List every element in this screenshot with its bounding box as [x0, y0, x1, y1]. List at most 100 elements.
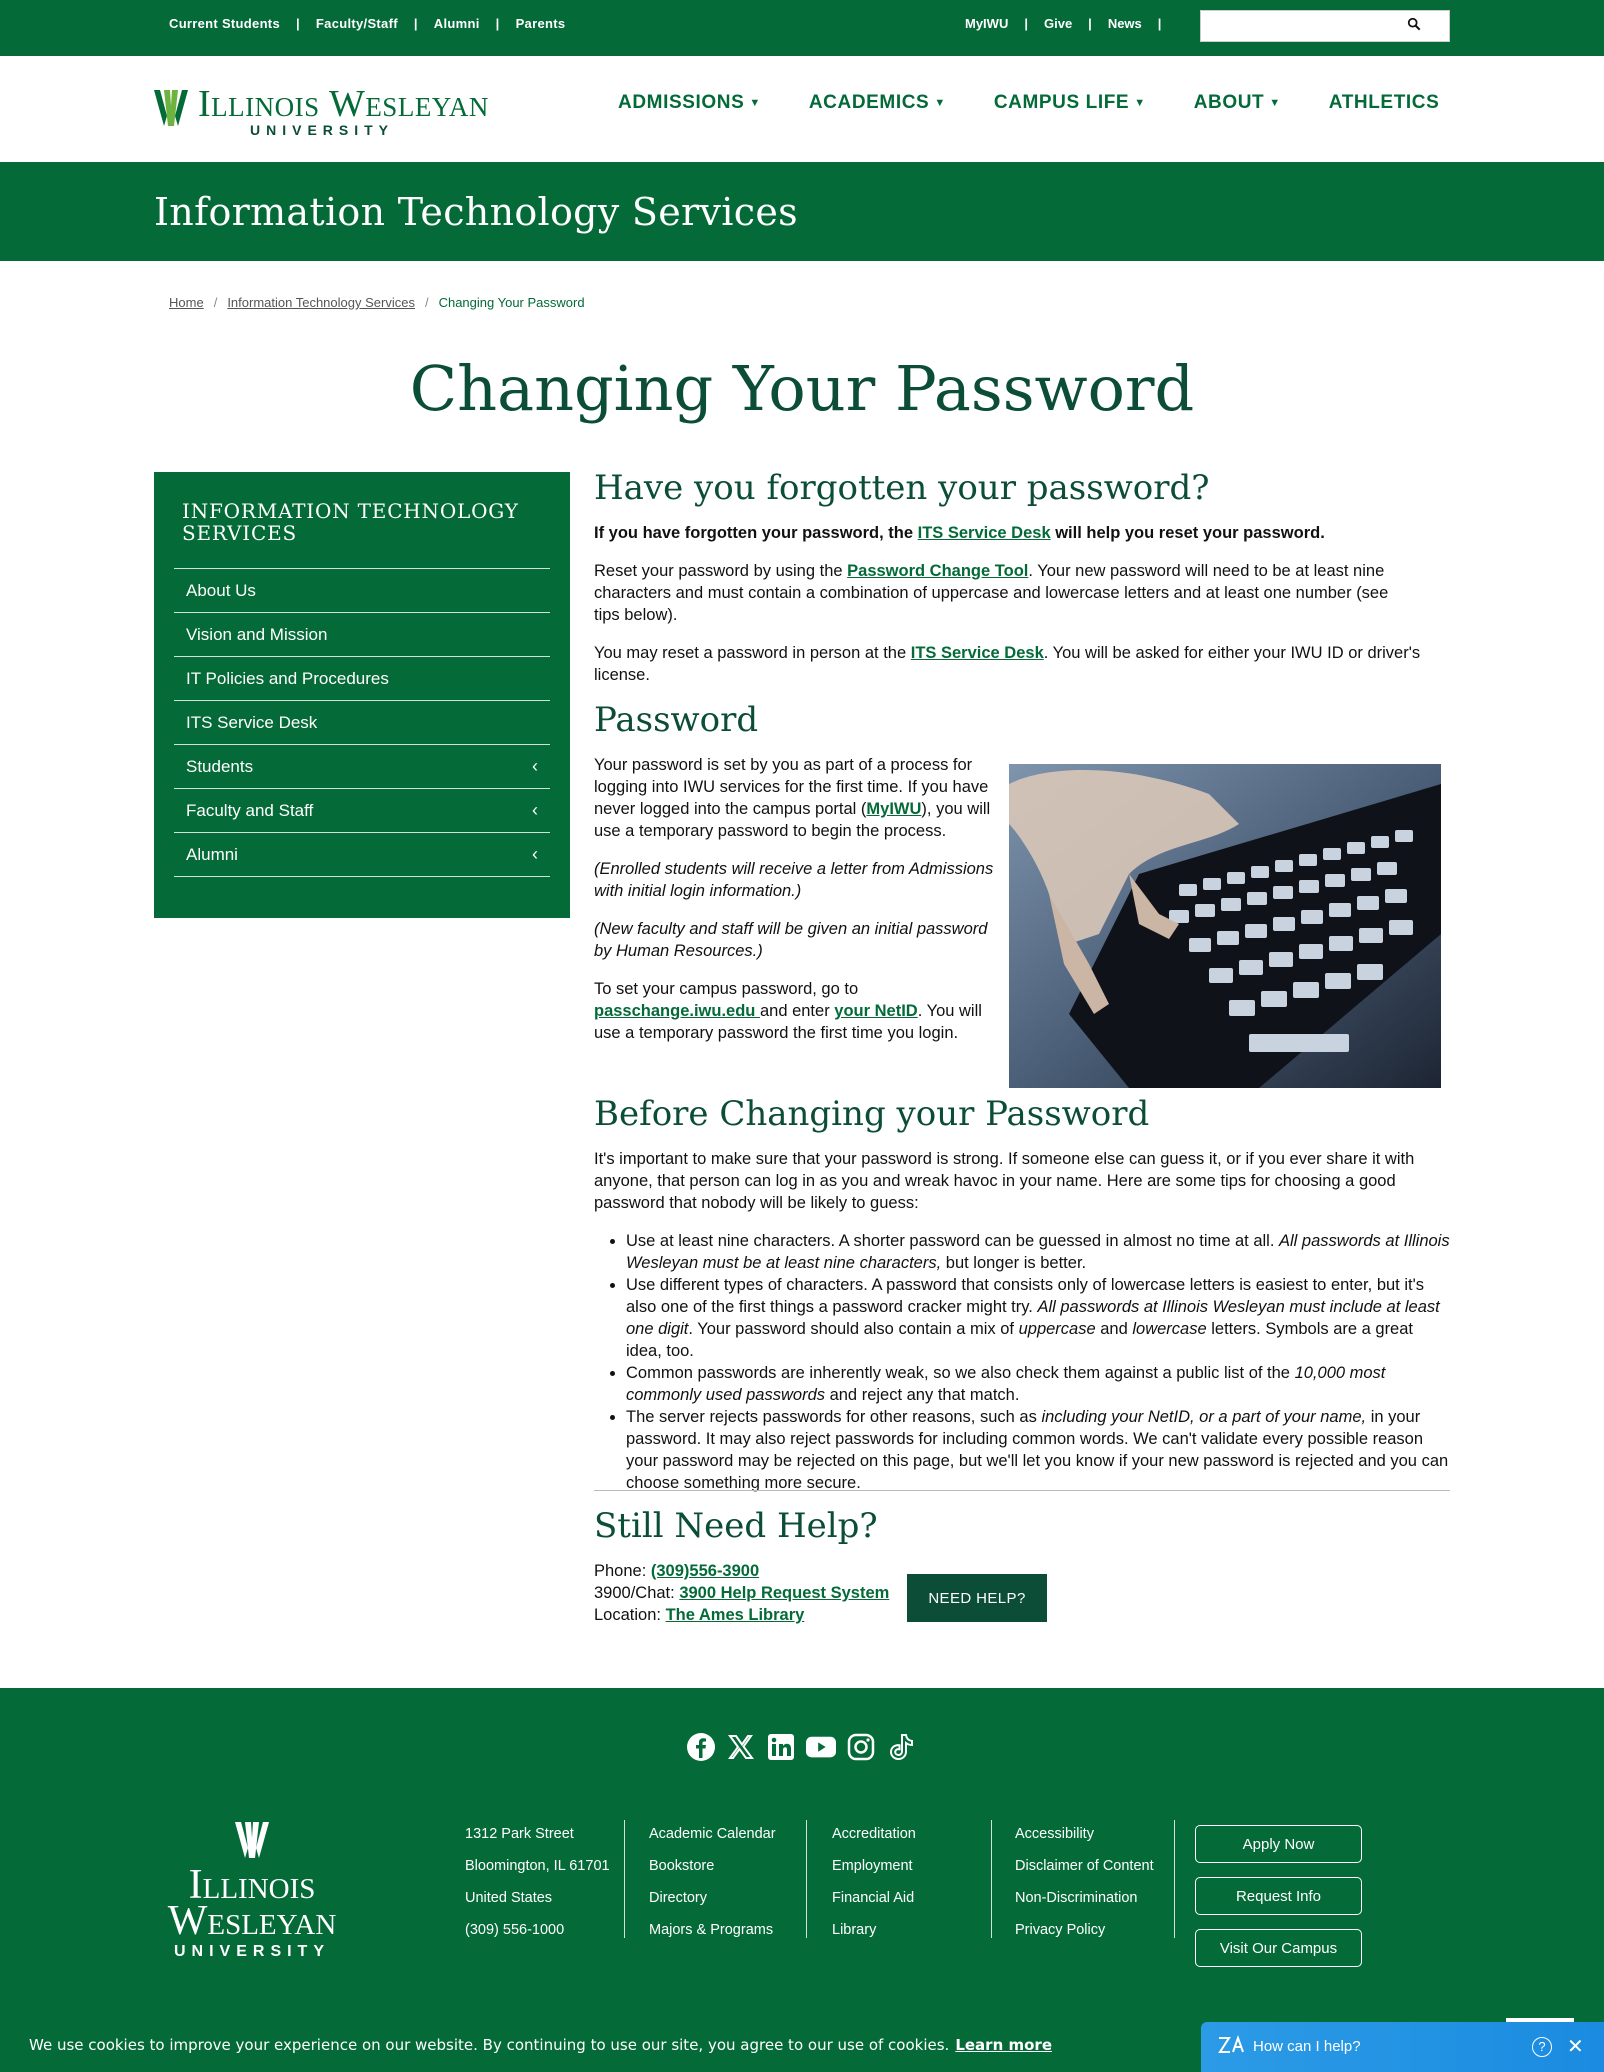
- footer-link-accessibility[interactable]: Accessibility: [1015, 1818, 1154, 1850]
- close-icon[interactable]: ✕: [1567, 2034, 1584, 2059]
- footer-link-privacy-policy[interactable]: Privacy Policy: [1015, 1914, 1154, 1946]
- link-its-service-desk[interactable]: ITS Service Desk: [918, 524, 1051, 542]
- x-icon[interactable]: [726, 1732, 756, 1762]
- apply-now-button[interactable]: Apply Now: [1195, 1825, 1362, 1863]
- sidebar-item-vision-mission[interactable]: Vision and Mission: [174, 613, 550, 657]
- search-icon[interactable]: [1407, 17, 1421, 31]
- sidebar-item-label: ITS Service Desk: [186, 712, 318, 732]
- request-info-button[interactable]: Request Info: [1195, 1877, 1362, 1915]
- search-input[interactable]: [1201, 11, 1401, 41]
- link-myiwu[interactable]: MyIWU: [965, 16, 1008, 31]
- footer-links-1: Academic Calendar Bookstore Directory Ma…: [649, 1818, 776, 1946]
- footer-link-library[interactable]: Library: [832, 1914, 916, 1946]
- sidebar-list: About Us Vision and Mission IT Policies …: [174, 568, 550, 877]
- breadcrumb-current: Changing Your Password: [438, 295, 585, 310]
- nav-label: ADMISSIONS: [618, 92, 745, 113]
- audience-links: Current Students | Faculty/Staff | Alumn…: [169, 16, 565, 31]
- help-icon[interactable]: ?: [1532, 2037, 1552, 2057]
- chevron-left-icon[interactable]: ‹: [532, 844, 538, 865]
- link-news[interactable]: News: [1108, 16, 1142, 31]
- password-tips-list: Use at least nine characters. A shorter …: [594, 1230, 1450, 1494]
- link-passchange[interactable]: passchange.iwu.edu: [594, 1002, 760, 1020]
- tiktok-icon[interactable]: [886, 1732, 916, 1762]
- nav-campus-life[interactable]: CAMPUS LIFE ▼: [994, 92, 1146, 114]
- paragraph-set-password: To set your campus password, go to passc…: [594, 978, 1000, 1044]
- sidebar-item-faculty-staff[interactable]: Faculty and Staff ‹: [174, 789, 550, 833]
- utility-bar: Current Students | Faculty/Staff | Alumn…: [0, 0, 1604, 56]
- paragraph-forgotten: If you have forgotten your password, the…: [594, 522, 1450, 544]
- linkedin-icon[interactable]: [766, 1732, 796, 1762]
- page-title: Changing Your Password: [409, 352, 1195, 425]
- link-myiwu[interactable]: MyIWU: [866, 800, 921, 818]
- logo-name: Illinois Wesleyan: [198, 83, 489, 125]
- footer-link-non-discrimination[interactable]: Non-Discrimination: [1015, 1882, 1154, 1914]
- link-parents[interactable]: Parents: [516, 16, 566, 31]
- site-header: Illinois Wesleyan UNIVERSITY ADMISSIONS ▼…: [0, 56, 1604, 162]
- main-nav: ADMISSIONS ▼ ACADEMICS ▼ CAMPUS LIFE ▼ ABOU…: [618, 92, 1487, 114]
- footer-links-3: Accessibility Disclaimer of Content Non-…: [1015, 1818, 1154, 1946]
- link-password-change-tool[interactable]: Password Change Tool: [847, 562, 1028, 580]
- chat-logo-icon: [1218, 2035, 1244, 2053]
- section-banner: Information Technology Services: [0, 162, 1604, 261]
- section-title: Information Technology Services: [154, 190, 798, 234]
- chat-widget[interactable]: How can I help? ? ✕: [1201, 2022, 1604, 2072]
- link-its-service-desk[interactable]: ITS Service Desk: [911, 644, 1044, 662]
- sidebar-item-alumni[interactable]: Alumni ‹: [174, 833, 550, 877]
- university-logo[interactable]: Illinois Wesleyan UNIVERSITY: [154, 83, 489, 138]
- sidebar-item-label: Alumni: [186, 844, 238, 864]
- need-help-button[interactable]: NEED HELP?: [907, 1574, 1047, 1622]
- sidebar-item-label: Vision and Mission: [186, 624, 328, 644]
- chat-label: How can I help?: [1253, 2038, 1361, 2055]
- footer-divider: [991, 1820, 992, 1938]
- footer-divider: [1174, 1820, 1175, 1938]
- visit-campus-button[interactable]: Visit Our Campus: [1195, 1929, 1362, 1967]
- chevron-left-icon[interactable]: ‹: [532, 800, 538, 821]
- text: Use at least nine characters. A shorter …: [626, 1232, 1280, 1250]
- facebook-icon[interactable]: [686, 1732, 716, 1762]
- nav-label: ABOUT: [1193, 92, 1265, 113]
- footer-link-employment[interactable]: Employment: [832, 1850, 916, 1882]
- youtube-icon[interactable]: [806, 1732, 836, 1762]
- instagram-icon[interactable]: [846, 1732, 876, 1762]
- sidebar-item-label: IT Policies and Procedures: [186, 668, 389, 688]
- learn-more-link[interactable]: Learn more: [955, 2036, 1052, 2054]
- breadcrumb-its[interactable]: Information Technology Services: [227, 295, 415, 310]
- phone-label: Phone:: [594, 1562, 651, 1580]
- sidebar-item-it-policies[interactable]: IT Policies and Procedures: [174, 657, 550, 701]
- nav-label: ATHLETICS: [1328, 92, 1440, 113]
- separator: |: [1024, 16, 1028, 31]
- link-alumni[interactable]: Alumni: [434, 16, 480, 31]
- breadcrumb-home[interactable]: Home: [169, 295, 204, 310]
- text: uppercase: [1018, 1320, 1096, 1338]
- footer-link-accreditation[interactable]: Accreditation: [832, 1818, 916, 1850]
- sidebar-item-students[interactable]: Students ‹: [174, 745, 550, 789]
- footer-link-majors-programs[interactable]: Majors & Programs: [649, 1914, 776, 1946]
- nav-about[interactable]: ABOUT ▼: [1194, 92, 1281, 114]
- link-help-request-system[interactable]: 3900 Help Request System: [679, 1584, 889, 1602]
- address-phone: (309) 556-1000: [465, 1922, 565, 1938]
- footer-link-academic-calendar[interactable]: Academic Calendar: [649, 1818, 776, 1850]
- link-faculty-staff[interactable]: Faculty/Staff: [316, 16, 398, 31]
- link-ames-library[interactable]: The Ames Library: [666, 1606, 805, 1624]
- text: including your NetID, or a part of your …: [1041, 1408, 1367, 1426]
- nav-athletics[interactable]: ATHLETICS: [1329, 92, 1440, 114]
- heading-forgotten-password: Have you forgotten your password?: [594, 468, 1210, 508]
- link-your-netid[interactable]: your NetID: [834, 1002, 917, 1020]
- chevron-left-icon[interactable]: ‹: [532, 756, 538, 777]
- footer-link-financial-aid[interactable]: Financial Aid: [832, 1882, 916, 1914]
- link-give[interactable]: Give: [1044, 16, 1072, 31]
- footer-link-disclaimer[interactable]: Disclaimer of Content: [1015, 1850, 1154, 1882]
- nav-admissions[interactable]: ADMISSIONS ▼: [618, 92, 761, 114]
- link-phone[interactable]: (309)556-3900: [651, 1562, 759, 1580]
- divider: [594, 1490, 1450, 1491]
- footer-link-bookstore[interactable]: Bookstore: [649, 1850, 776, 1882]
- sidebar-item-service-desk[interactable]: ITS Service Desk: [174, 701, 550, 745]
- sidebar-item-label: Faculty and Staff: [186, 800, 314, 820]
- footer-link-directory[interactable]: Directory: [649, 1882, 776, 1914]
- nav-academics[interactable]: ACADEMICS ▼: [809, 92, 946, 114]
- sidebar-item-about-us[interactable]: About Us: [174, 569, 550, 613]
- password-text: Your password is set by you as part of a…: [594, 754, 1000, 1060]
- location-line: Location: The Ames Library: [594, 1604, 889, 1626]
- footer-logo[interactable]: Illinois Wesleyan UNIVERSITY: [154, 1818, 350, 1961]
- link-current-students[interactable]: Current Students: [169, 16, 280, 31]
